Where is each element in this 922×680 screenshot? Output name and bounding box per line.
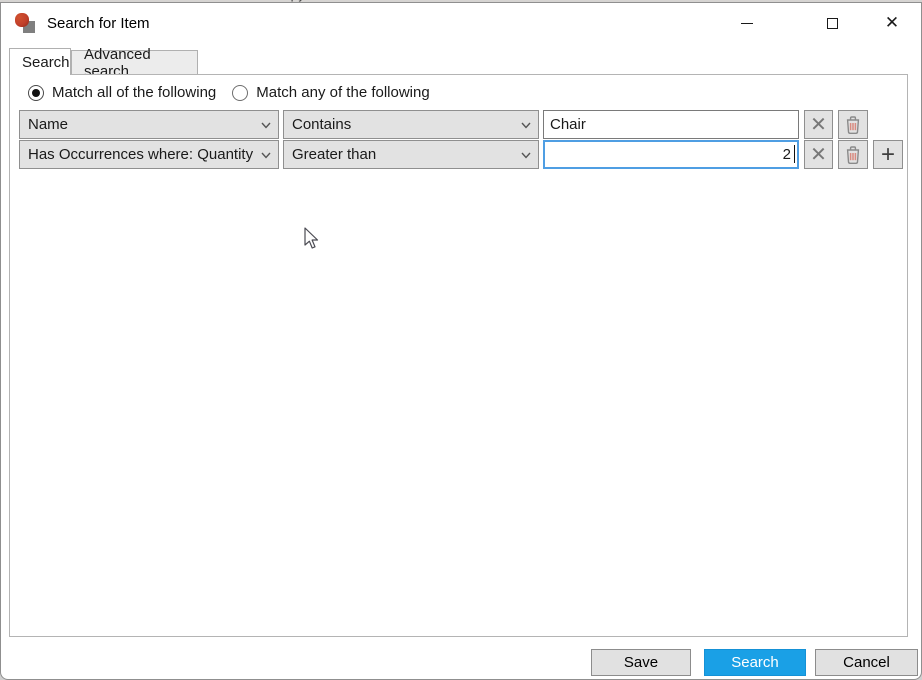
trash-icon: [845, 145, 861, 165]
chevron-down-icon: [261, 152, 271, 159]
radio-match-all[interactable]: [28, 85, 44, 101]
radio-match-any[interactable]: [232, 85, 248, 101]
close-icon: ✕: [885, 13, 899, 33]
field-dropdown-value: Has Occurrences where: Quantity: [28, 146, 253, 163]
minimize-icon: [741, 23, 753, 24]
value-input-focused[interactable]: [543, 140, 799, 169]
operator-dropdown[interactable]: Contains: [283, 110, 539, 139]
operator-dropdown-value: Contains: [292, 116, 351, 133]
text-caret: [794, 145, 795, 163]
app-icon: [15, 13, 36, 34]
value-input-wrap: [543, 110, 799, 139]
maximize-button[interactable]: [809, 5, 855, 41]
clear-row-button[interactable]: ✕: [804, 110, 833, 139]
operator-dropdown[interactable]: Greater than: [283, 140, 539, 169]
add-icon: +: [881, 141, 895, 169]
tab-advanced-search[interactable]: Advanced search: [71, 50, 198, 75]
tab-search[interactable]: Search: [9, 48, 71, 75]
delete-row-button[interactable]: [838, 110, 868, 139]
chevron-down-icon: [521, 152, 531, 159]
chevron-down-icon: [261, 122, 271, 129]
add-row-button[interactable]: +: [873, 140, 903, 169]
minimize-button[interactable]: [724, 5, 770, 41]
search-button-label: Search: [731, 654, 779, 671]
field-dropdown[interactable]: Name: [19, 110, 279, 139]
search-button[interactable]: Search: [704, 649, 806, 676]
value-input[interactable]: [543, 110, 799, 139]
cancel-button[interactable]: Cancel: [815, 649, 918, 676]
save-button[interactable]: Save: [591, 649, 691, 676]
search-for-item-dialog: Search for Item ✕ Search Advanced search…: [0, 2, 922, 680]
close-button[interactable]: ✕: [869, 5, 915, 41]
clear-icon: ✕: [810, 112, 827, 137]
tab-search-label: Search: [22, 54, 70, 71]
maximize-icon: [827, 18, 838, 29]
app-icon-red-square: [15, 13, 29, 27]
save-button-label: Save: [624, 654, 658, 671]
radio-match-all-label: Match all of the following: [52, 84, 216, 101]
operator-dropdown-value: Greater than: [292, 146, 376, 163]
search-tab-panel: Match all of the following Match any of …: [9, 74, 908, 637]
match-options: Match all of the following Match any of …: [28, 84, 438, 101]
field-dropdown[interactable]: Has Occurrences where: Quantity: [19, 140, 279, 169]
trash-icon: [845, 115, 861, 135]
value-input-wrap: [543, 140, 799, 169]
window-title: Search for Item: [47, 15, 150, 32]
mouse-cursor: [304, 227, 320, 250]
clear-icon: ✕: [810, 142, 827, 167]
clear-row-button[interactable]: ✕: [804, 140, 833, 169]
delete-row-button[interactable]: [838, 140, 868, 169]
radio-match-any-label: Match any of the following: [256, 84, 429, 101]
chevron-down-icon: [521, 122, 531, 129]
cancel-button-label: Cancel: [843, 654, 890, 671]
title-bar: Search for Item ✕: [1, 3, 921, 45]
field-dropdown-value: Name: [28, 116, 68, 133]
